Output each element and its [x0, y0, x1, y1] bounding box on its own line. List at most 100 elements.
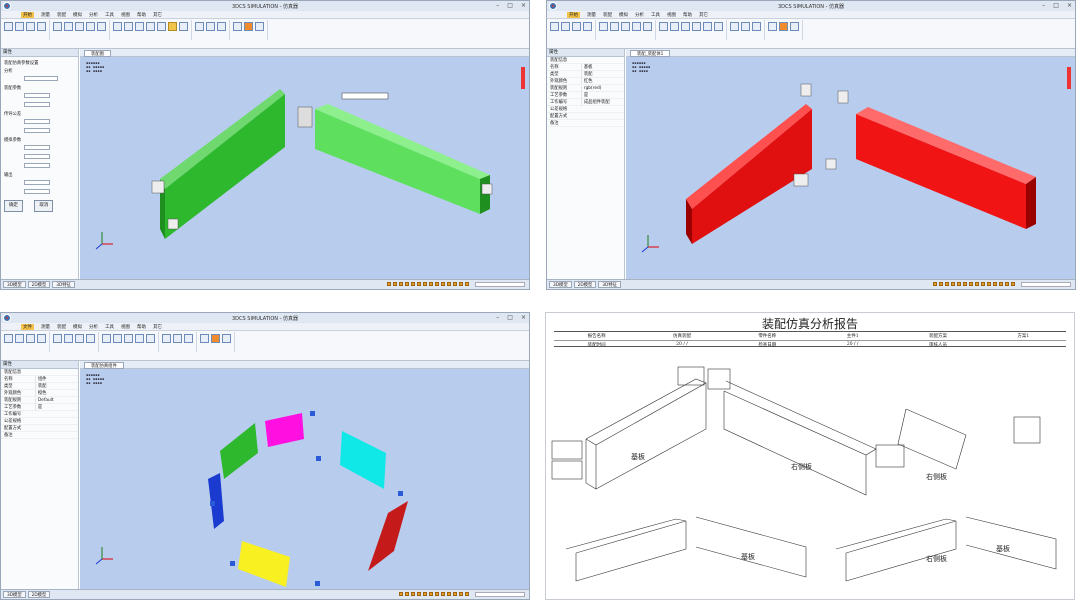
menu-tab[interactable]: 帮助 [137, 324, 146, 330]
property-row[interactable]: 工作编号 成品组件装配 [547, 99, 624, 106]
tool-icon[interactable] [75, 334, 84, 343]
tool-icon[interactable] [146, 22, 155, 31]
tool-icon[interactable] [714, 22, 723, 31]
tool-icon[interactable] [124, 22, 133, 31]
menu-tab[interactable]: 测量 [41, 324, 50, 330]
property-row[interactable]: 配置方式 [1, 425, 78, 432]
menu-tab[interactable]: 工具 [105, 324, 114, 330]
tool-icon[interactable] [195, 22, 204, 31]
green-assembly-model[interactable] [80, 49, 530, 280]
property-row[interactable]: 外观颜色 橙色 [1, 390, 78, 397]
property-row[interactable]: 名称 基板 [547, 64, 624, 71]
tool-icon[interactable] [124, 334, 133, 343]
report-icon[interactable] [779, 22, 788, 31]
param-field[interactable] [24, 189, 50, 194]
red-assembly-model[interactable] [626, 49, 1076, 280]
zoom-box[interactable] [475, 592, 525, 597]
menu-tab[interactable]: 其它 [153, 324, 162, 330]
tool-icon[interactable] [173, 334, 182, 343]
3d-viewport[interactable]: 装配图 ▪▪▪▪▪▪ ▪▪ ▪▪▪▪▪ ▪▪ ▪▪▪▪ [80, 49, 530, 280]
minimize-icon[interactable]: – [1042, 2, 1045, 9]
tool-icon[interactable] [146, 334, 155, 343]
tool-icon[interactable] [670, 22, 679, 31]
menu-tab[interactable]: 分析 [89, 324, 98, 330]
3d-viewport[interactable]: 装配仿真组件 ▪▪▪▪▪▪ ▪▪ ▪▪▪▪▪ ▪▪ ▪▪▪▪ [80, 361, 529, 590]
tool-icon[interactable] [26, 22, 35, 31]
menu-tab-start[interactable]: 开始 [567, 11, 580, 18]
property-row[interactable]: 外观颜色 红色 [547, 78, 624, 85]
tool-icon[interactable] [768, 22, 777, 31]
param-field[interactable] [24, 128, 50, 133]
param-field[interactable] [24, 102, 50, 107]
property-row[interactable]: 工艺参数是 [1, 404, 78, 411]
tool-icon[interactable] [4, 334, 13, 343]
menu-tab[interactable]: 装配 [57, 324, 66, 330]
param-field[interactable] [24, 145, 50, 150]
menu-tab[interactable]: 帮助 [683, 12, 692, 18]
status-tab[interactable]: 3D模型 [3, 281, 26, 288]
tool-icon[interactable] [561, 22, 570, 31]
tool-icon[interactable] [86, 334, 95, 343]
cancel-button[interactable]: 取消 [34, 200, 54, 212]
property-row[interactable]: 备注 [547, 120, 624, 127]
tool-icon[interactable] [703, 22, 712, 31]
menu-tab[interactable]: 帮助 [137, 12, 146, 18]
menu-tab[interactable]: 装配 [57, 12, 66, 18]
menu-tab[interactable]: 分析 [89, 12, 98, 18]
tool-icon[interactable] [102, 334, 111, 343]
close-icon[interactable]: × [521, 2, 526, 9]
menu-tab[interactable]: 模拟 [73, 12, 82, 18]
tool-icon[interactable] [659, 22, 668, 31]
tool-icon[interactable] [790, 22, 799, 31]
window-controls[interactable]: – □ × [1042, 2, 1072, 9]
zoom-box[interactable] [475, 282, 525, 287]
tool-icon[interactable] [692, 22, 701, 31]
tool-icon[interactable] [86, 22, 95, 31]
property-row[interactable]: 工作编号 [1, 411, 78, 418]
tool-icon[interactable] [75, 22, 84, 31]
tool-icon[interactable] [610, 22, 619, 31]
tool-icon[interactable] [4, 22, 13, 31]
property-row[interactable]: 工艺参数是 [547, 92, 624, 99]
report-icon[interactable] [244, 22, 253, 31]
menu-tab[interactable]: 分析 [635, 12, 644, 18]
tool-icon[interactable] [37, 334, 46, 343]
menu-tab[interactable]: 装配 [603, 12, 612, 18]
property-row[interactable]: 公差规格 [1, 418, 78, 425]
tool-icon[interactable] [217, 22, 226, 31]
tool-icon[interactable] [572, 22, 581, 31]
tool-icon[interactable] [643, 22, 652, 31]
menu-tab[interactable]: 模拟 [619, 12, 628, 18]
active-tool-icon[interactable] [168, 22, 177, 31]
report-icon[interactable] [211, 334, 220, 343]
tool-icon[interactable] [255, 22, 264, 31]
param-field[interactable] [24, 163, 50, 168]
maximize-icon[interactable]: □ [507, 314, 513, 321]
close-icon[interactable]: × [1067, 2, 1072, 9]
status-tab[interactable]: 3D模型 [3, 591, 26, 598]
menu-tab[interactable]: 其它 [153, 12, 162, 18]
minimize-icon[interactable]: – [496, 2, 499, 9]
property-row[interactable]: 类型 装配 [547, 71, 624, 78]
tool-icon[interactable] [53, 22, 62, 31]
tool-icon[interactable] [621, 22, 630, 31]
property-row[interactable]: 装配规则 rgb(red) [547, 85, 624, 92]
window-controls[interactable]: – □ × [496, 2, 526, 9]
tool-icon[interactable] [135, 334, 144, 343]
menu-tab[interactable]: 视图 [121, 324, 130, 330]
zoom-box[interactable] [1021, 282, 1071, 287]
tool-icon[interactable] [15, 334, 24, 343]
status-tab[interactable]: 2D模型 [27, 591, 51, 598]
tool-icon[interactable] [53, 334, 62, 343]
tool-icon[interactable] [222, 334, 231, 343]
menu-tab[interactable]: 视图 [121, 12, 130, 18]
status-tab[interactable]: 2D模型 [27, 281, 51, 288]
property-row[interactable]: 配置方式 [547, 113, 624, 120]
tool-icon[interactable] [135, 22, 144, 31]
menu-tab[interactable]: 测量 [587, 12, 596, 18]
tool-icon[interactable] [162, 334, 171, 343]
property-row[interactable]: 公差规格 [547, 106, 624, 113]
tool-icon[interactable] [206, 22, 215, 31]
tool-icon[interactable] [179, 22, 188, 31]
property-row[interactable]: 装配信息 [547, 57, 624, 64]
